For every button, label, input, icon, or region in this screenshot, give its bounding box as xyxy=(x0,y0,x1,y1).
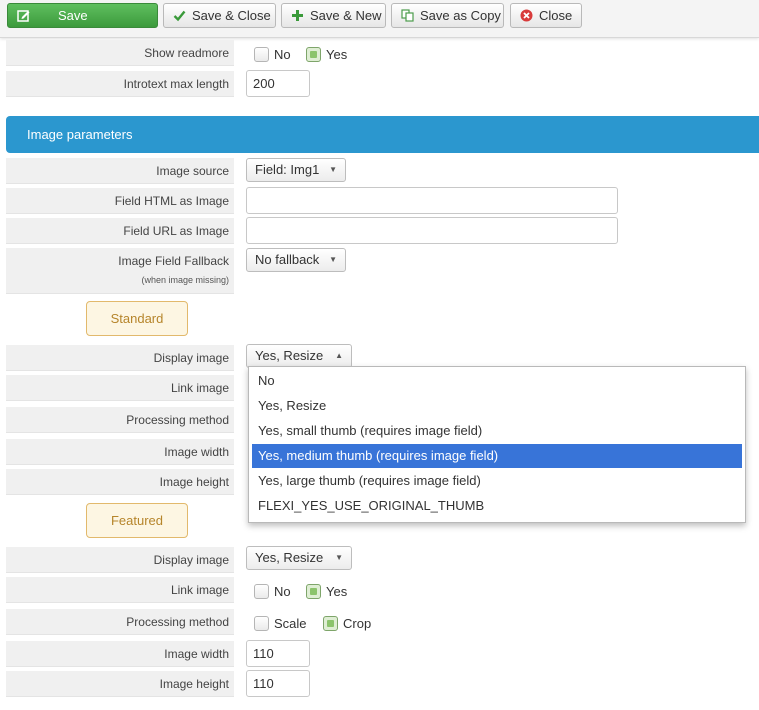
radio-label: Scale xyxy=(274,616,307,631)
toolbar: Save Save & Close Save & New Save as Cop… xyxy=(0,0,759,38)
close-button[interactable]: Close xyxy=(510,3,582,28)
chevron-up-icon: ▲ xyxy=(335,351,343,360)
dropdown-option-highlighted[interactable]: Yes, medium thumb (requires image field) xyxy=(252,444,742,468)
save-copy-button[interactable]: Save as Copy xyxy=(391,3,504,28)
save-new-button[interactable]: Save & New xyxy=(281,3,386,28)
plus-icon xyxy=(292,10,303,21)
standard-processing-method-label: Processing method xyxy=(6,407,234,433)
close-icon xyxy=(520,9,533,22)
chevron-down-icon: ▼ xyxy=(335,553,343,562)
featured-display-image-value: Yes, Resize xyxy=(255,550,324,565)
dropdown-option[interactable]: Yes, large thumb (requires image field) xyxy=(252,469,742,493)
image-fallback-text: Image Field Fallback xyxy=(118,254,229,268)
radio-label: Yes xyxy=(326,584,348,599)
featured-image-height-label: Image height xyxy=(6,671,234,697)
radio-box xyxy=(306,47,321,62)
check-icon xyxy=(173,10,186,22)
image-fallback-label: Image Field Fallback (when image missing… xyxy=(6,248,234,294)
standard-display-image-value: Yes, Resize xyxy=(255,348,324,363)
standard-image-height-label: Image height xyxy=(6,469,234,495)
image-source-select[interactable]: Field: Img1 ▼ xyxy=(246,158,346,182)
dropdown-option[interactable]: Yes, small thumb (requires image field) xyxy=(252,419,742,443)
save-label: Save xyxy=(58,8,88,23)
save-new-label: Save & New xyxy=(310,8,382,23)
chevron-down-icon: ▼ xyxy=(329,165,337,174)
image-source-value: Field: Img1 xyxy=(255,162,320,177)
featured-display-image-label: Display image xyxy=(6,547,234,573)
radio-label: Crop xyxy=(343,616,372,631)
readmore-no-radio[interactable]: No xyxy=(254,47,291,63)
field-html-label: Field HTML as Image xyxy=(6,188,234,214)
save-copy-label: Save as Copy xyxy=(420,8,501,23)
radio-label: Yes xyxy=(326,47,348,62)
featured-tab[interactable]: Featured xyxy=(86,503,188,538)
featured-link-image-label: Link image xyxy=(6,577,234,603)
introtext-max-length-input[interactable]: 200 xyxy=(246,70,310,97)
standard-link-image-label: Link image xyxy=(6,375,234,401)
dropdown-option[interactable]: FLEXI_YES_USE_ORIGINAL_THUMB xyxy=(252,494,742,518)
radio-box xyxy=(254,584,269,599)
dropdown-option[interactable]: No xyxy=(252,369,742,393)
display-image-dropdown: No Yes, Resize Yes, small thumb (require… xyxy=(248,366,746,523)
featured-image-width-label: Image width xyxy=(6,641,234,667)
edit-icon xyxy=(17,10,30,22)
introtext-max-length-label: Introtext max length xyxy=(6,71,234,97)
link-image-yes-radio[interactable]: Yes xyxy=(306,584,347,600)
featured-display-image-select[interactable]: Yes, Resize ▼ xyxy=(246,546,352,570)
processing-crop-radio[interactable]: Crop xyxy=(323,616,371,632)
standard-tab[interactable]: Standard xyxy=(86,301,188,336)
image-fallback-select[interactable]: No fallback ▼ xyxy=(246,248,346,272)
radio-box xyxy=(254,616,269,631)
copy-icon xyxy=(401,9,414,22)
field-url-label: Field URL as Image xyxy=(6,218,234,244)
image-fallback-sub: (when image missing) xyxy=(141,275,229,285)
radio-label: No xyxy=(274,47,291,62)
standard-display-image-label: Display image xyxy=(6,345,234,371)
readmore-yes-radio[interactable]: Yes xyxy=(306,47,347,63)
radio-label: No xyxy=(274,584,291,599)
featured-image-height-input[interactable]: 110 xyxy=(246,670,310,697)
dropdown-option[interactable]: Yes, Resize xyxy=(252,394,742,418)
close-label: Close xyxy=(539,8,573,23)
processing-scale-radio[interactable]: Scale xyxy=(254,616,307,632)
show-readmore-label: Show readmore xyxy=(6,40,234,66)
save-close-label: Save & Close xyxy=(192,8,271,23)
image-source-label: Image source xyxy=(6,158,234,184)
radio-box xyxy=(254,47,269,62)
link-image-no-radio[interactable]: No xyxy=(254,584,291,600)
save-close-button[interactable]: Save & Close xyxy=(163,3,276,28)
featured-image-width-input[interactable]: 110 xyxy=(246,640,310,667)
chevron-down-icon: ▼ xyxy=(329,255,337,264)
save-button[interactable]: Save xyxy=(7,3,158,28)
radio-box xyxy=(306,584,321,599)
radio-box xyxy=(323,616,338,631)
field-url-input[interactable] xyxy=(246,217,618,244)
standard-display-image-select[interactable]: Yes, Resize ▲ xyxy=(246,344,352,368)
image-fallback-value: No fallback xyxy=(255,252,320,267)
featured-processing-method-label: Processing method xyxy=(6,609,234,635)
standard-image-width-label: Image width xyxy=(6,439,234,465)
image-parameters-header[interactable]: Image parameters xyxy=(6,116,759,153)
field-html-input[interactable] xyxy=(246,187,618,214)
